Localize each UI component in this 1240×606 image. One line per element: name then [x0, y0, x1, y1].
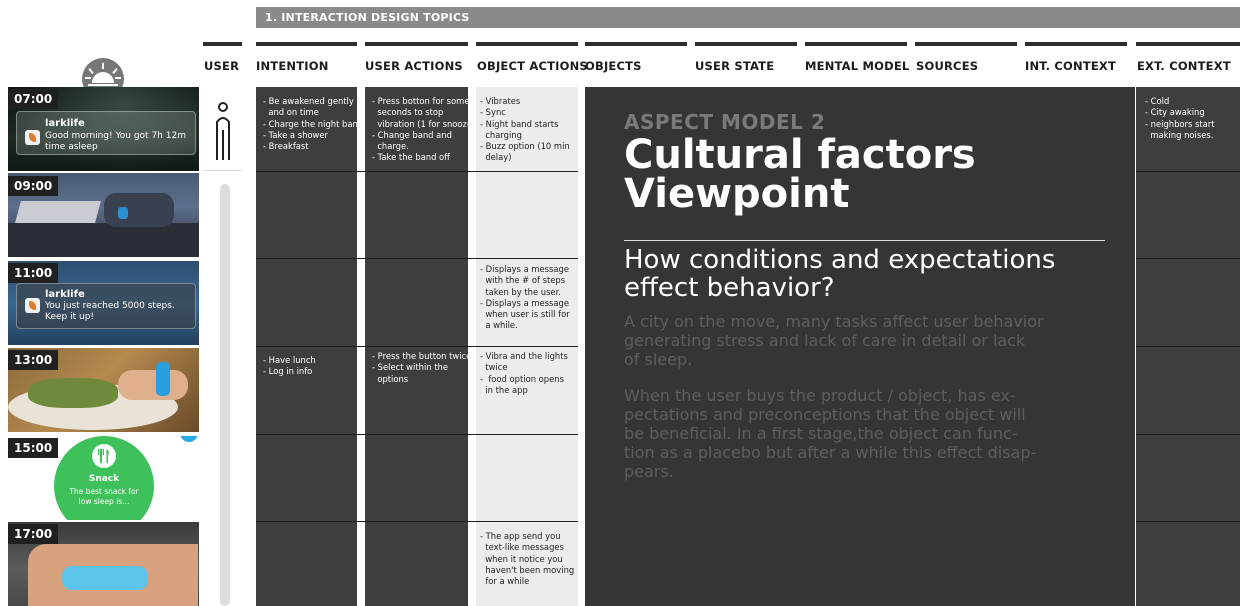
row-divider — [1136, 434, 1240, 435]
subtitle: How conditions and expectations effect b… — [624, 245, 1056, 303]
column-header-object-actions: OBJECT ACTIONS — [477, 59, 588, 73]
row-divider — [1136, 521, 1240, 522]
user-actions-cell: - Press botton for some seconds to stop … — [372, 96, 476, 163]
notification-text: You just reached 5000 steps. Keep it up! — [45, 301, 175, 322]
row-divider — [256, 171, 578, 172]
header-line-sources — [915, 42, 1017, 46]
row-divider — [256, 258, 578, 259]
column-header-int-context: INT. CONTEXT — [1025, 59, 1117, 73]
user-actions-cell: - Press the button twice - Select within… — [372, 351, 472, 384]
time-label: 17:00 — [8, 524, 58, 544]
larklife-notification[interactable]: larklife Good morning! You got 7h 12m ti… — [16, 111, 196, 155]
notification-app-name: larklife — [45, 289, 85, 300]
corner-badge — [180, 436, 198, 442]
fork-knife-icon — [92, 444, 116, 468]
header-line-objects — [585, 42, 687, 46]
intention-cell: - Be awakened gently and on time - Charg… — [263, 96, 364, 152]
hand-shape — [118, 370, 188, 400]
paragraph-1: A city on the move, many tasks affect us… — [624, 312, 1044, 369]
object-actions-cell: - Vibra and the lights twice - food opti… — [480, 351, 568, 395]
header-line-intention — [256, 42, 357, 46]
time-label: 11:00 — [8, 263, 58, 283]
timeline-scrollbar[interactable] — [220, 184, 230, 606]
larklife-app-icon — [25, 130, 40, 145]
main-title: Cultural factors Viewpoint — [624, 132, 976, 217]
header-line-user-actions — [365, 42, 468, 46]
band-shape — [118, 207, 128, 219]
column-header-user-state: USER STATE — [695, 59, 775, 73]
header-line-mental-model — [805, 42, 907, 46]
section-title-bar: 1. INTERACTION DESIGN TOPICS — [256, 7, 1240, 28]
object-actions-cell: - The app send you text-like messages wh… — [480, 531, 575, 587]
laptop-shape — [15, 201, 101, 223]
notification-app-name: larklife — [45, 118, 85, 129]
column-header-mental-model: MENTAL MODEL — [805, 59, 910, 73]
person-shape — [104, 193, 174, 227]
time-label: 13:00 — [8, 350, 58, 370]
section-title: 1. INTERACTION DESIGN TOPICS — [265, 11, 470, 24]
paragraph-2: When the user buys the product / object,… — [624, 386, 1037, 481]
row-divider — [256, 346, 578, 347]
column-header-user: USER — [204, 59, 240, 73]
food-shape — [28, 378, 118, 408]
band-shape — [62, 566, 148, 590]
user-row-divider — [203, 170, 242, 171]
snack-text: The best snack for low sleep is... — [69, 487, 139, 506]
notification-text: Good morning! You got 7h 12m time asleep — [45, 131, 186, 152]
header-line-user-state — [695, 42, 797, 46]
time-label: 15:00 — [8, 438, 58, 458]
column-header-objects: OBJECTS — [585, 59, 642, 73]
header-line-int-context — [1025, 42, 1127, 46]
larklife-app-icon — [25, 298, 40, 313]
header-line-ext-context — [1136, 42, 1240, 46]
larklife-notification[interactable]: larklife You just reached 5000 steps. Ke… — [16, 283, 196, 329]
snack-title: Snack — [88, 474, 120, 484]
title-rule — [624, 240, 1105, 241]
aspect-label: ASPECT MODEL 2 — [624, 110, 826, 134]
desk-surface — [8, 223, 199, 257]
row-divider — [1136, 346, 1240, 347]
object-actions-cell: - Vibrates - Sync - Night band starts ch… — [480, 96, 570, 163]
row-divider — [1136, 171, 1240, 172]
row-divider — [256, 434, 578, 435]
column-header-user-actions: USER ACTIONS — [365, 59, 463, 73]
user-figure-icon — [212, 100, 234, 164]
header-line-user — [203, 42, 242, 46]
intention-cell: - Have lunch - Log in info — [263, 355, 316, 377]
column-header-ext-context: EXT. CONTEXT — [1137, 59, 1231, 73]
time-label: 09:00 — [8, 176, 58, 196]
ext-context-cell: - Cold - City awaking - neighbors start … — [1145, 96, 1215, 140]
column-header-intention: INTENTION — [256, 59, 329, 73]
band-shape — [156, 362, 170, 396]
header-line-object-actions — [476, 42, 578, 46]
object-actions-cell: - Displays a message with the # of steps… — [480, 264, 570, 331]
row-divider — [256, 521, 578, 522]
time-label: 07:00 — [8, 89, 58, 109]
column-header-sources: SOURCES — [916, 59, 979, 73]
row-divider — [1136, 258, 1240, 259]
